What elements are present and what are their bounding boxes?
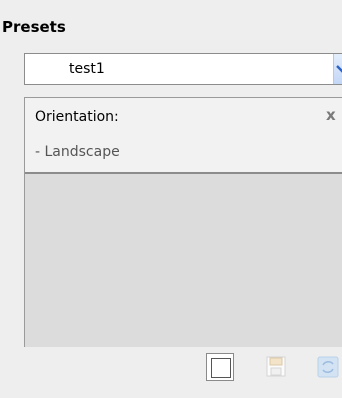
presets-dropdown[interactable]: test1 xyxy=(24,53,342,85)
orientation-header: Orientation: x xyxy=(25,98,342,136)
orientation-value: - Landscape xyxy=(25,136,342,174)
orientation-value-text: - Landscape xyxy=(35,144,120,160)
refresh-icon xyxy=(317,356,339,378)
save-preset-button[interactable] xyxy=(262,353,290,381)
new-preset-icon xyxy=(211,358,231,378)
close-icon[interactable]: x xyxy=(326,106,336,124)
refresh-preset-button[interactable] xyxy=(314,353,342,381)
save-icon xyxy=(266,356,286,377)
dropdown-arrow-button[interactable] xyxy=(333,54,342,84)
preset-details-panel: Orientation: x - Landscape xyxy=(24,97,342,347)
chevron-down-icon xyxy=(336,65,342,73)
presets-title: Presets xyxy=(2,18,66,36)
presets-selected-value: test1 xyxy=(69,61,105,77)
new-preset-button[interactable] xyxy=(206,353,234,381)
orientation-label: Orientation: xyxy=(35,109,119,125)
